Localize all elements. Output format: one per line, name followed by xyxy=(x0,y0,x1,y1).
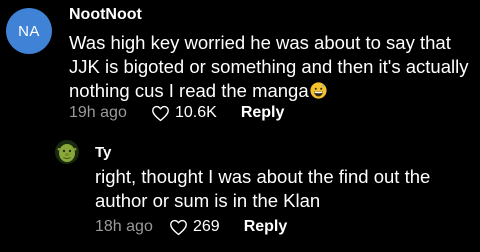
heart-icon xyxy=(152,105,169,121)
like-button[interactable]: 269 xyxy=(169,218,220,236)
like-count: 269 xyxy=(193,218,220,235)
comment-actions: 19h ago 10.6K Reply xyxy=(69,104,284,122)
comment-actions: 18h ago 269 Reply xyxy=(95,218,287,236)
timestamp: 19h ago xyxy=(69,104,127,121)
like-count: 10.6K xyxy=(175,104,217,121)
like-button[interactable]: 10.6K xyxy=(151,104,217,122)
comment-body: Was high key worried he was about to say… xyxy=(69,31,474,103)
comment-username[interactable]: NootNoot xyxy=(69,6,142,24)
comment-username[interactable]: Ty xyxy=(95,144,111,161)
avatar-initials: NA xyxy=(18,22,40,40)
avatar[interactable]: NA xyxy=(6,8,52,54)
heart-icon xyxy=(170,219,187,235)
comment-text: right, thought I was about the find out … xyxy=(95,166,431,211)
comment-text: Was high key worried he was about to say… xyxy=(69,32,469,101)
reply-button[interactable]: Reply xyxy=(241,104,285,122)
comment-nootnoot: NA NootNoot Was high key worried he was … xyxy=(0,0,480,130)
comment-ty: Ty right, thought I was about the find o… xyxy=(0,130,480,252)
grinning-sweat-emoji-icon xyxy=(310,82,327,99)
reply-button[interactable]: Reply xyxy=(244,218,288,236)
timestamp: 18h ago xyxy=(95,218,153,235)
shrek-avatar-icon[interactable] xyxy=(55,140,79,164)
